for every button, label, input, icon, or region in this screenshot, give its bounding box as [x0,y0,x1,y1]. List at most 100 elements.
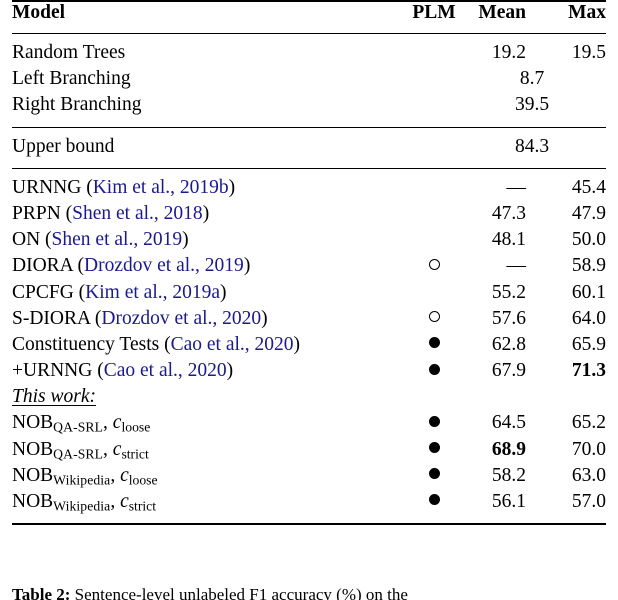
plm-filled-circle-icon [428,415,440,427]
row-plm [410,255,458,281]
row-label: Upper bound [12,135,115,157]
row-label: +URNNG (Cao et al., 2020) [12,360,410,386]
row-label: NOBWikipedia, cstrict [12,491,410,517]
results-table-container: Model PLM Mean Max Random Trees 19.2 19.… [12,0,606,527]
table-header-row: Model PLM Mean Max [12,2,606,34]
row-mean: 19.2 [491,42,526,63]
row-plm [410,94,458,120]
row-mean: 47.3 [491,202,526,224]
row-model-comma: , [103,412,113,434]
row-max [534,386,606,412]
row-mean: 67.9 [491,360,526,382]
row-max: 57.0 [571,491,606,512]
plm-open-circle-icon [428,311,440,323]
row-model-base: NOB [12,464,54,486]
paren-close: ) [226,360,234,382]
citation-link[interactable]: Drozdov et al., 2020 [101,308,261,329]
row-mean: 56.1 [491,491,526,512]
row-plm [410,282,458,308]
row-span-value: 84.3 [514,135,550,157]
paren-close: ) [182,229,189,251]
this-work-heading: This work: [12,386,96,408]
row-plm [410,334,458,360]
col-header-model: Model [12,2,66,23]
row-model-name: ON [12,229,41,251]
paren-close: ) [202,202,210,224]
table-row: Left Branching 8.7 [12,68,606,94]
table-row: NOBWikipedia, cloose 58.2 63.0 [12,465,606,491]
table-row: NOBQA-SRL, cstrict 68.9 70.0 [12,439,606,465]
row-mean: — [506,255,527,277]
row-label: Left Branching [12,68,131,90]
row-model-comma: , [110,491,121,512]
row-mean: 57.6 [491,307,526,329]
table-row: Random Trees 19.2 19.5 [12,42,606,68]
citation-link[interactable]: Kim et al., 2019a [85,282,220,303]
variable-subscript: loose [128,472,158,488]
row-plm [410,136,458,162]
row-plm [410,68,458,94]
row-model-variable: cloose [113,412,150,434]
row-plm [410,465,458,491]
paren-open: ( [40,229,52,251]
citation-link[interactable]: Cao et al., 2020 [104,360,227,381]
col-header-max: Max [568,2,606,23]
col-header-mean: Mean [478,2,526,23]
row-mean: 48.1 [491,229,526,251]
plm-filled-circle-icon [428,494,440,506]
caption-text: Sentence-level unlabeled F1 accuracy (%)… [74,585,408,600]
row-mean: 58.2 [491,464,526,486]
row-model-variable: cstrict [120,491,156,513]
row-label: Random Trees [12,42,126,63]
spacer-upper-top [12,128,606,136]
row-max: 58.9 [571,255,606,277]
row-model-variable: cstrict [113,439,149,461]
plm-open-circle-icon [428,258,440,270]
row-mean: 68.9 [491,438,526,460]
citation-link[interactable]: Drozdov et al., 2019 [84,255,244,276]
citation-link[interactable]: Kim et al., 2019b [93,177,229,198]
row-max: 47.9 [571,202,606,224]
row-label: S-DIORA (Drozdov et al., 2020) [12,308,410,334]
citation-link[interactable]: Shen et al., 2018 [72,203,203,224]
row-label: DIORA (Drozdov et al., 2019) [12,255,410,281]
row-model-name: CPCFG [12,281,74,303]
table-row: DIORA (Drozdov et al., 2019) — 58.9 [12,255,606,281]
row-label: Constituency Tests (Cao et al., 2020) [12,334,410,360]
row-max: 19.5 [571,42,606,63]
row-span-value: 39.5 [514,94,550,116]
row-model-base: NOB [12,491,54,512]
citation-link[interactable]: Shen et al., 2019 [52,229,183,250]
plm-filled-circle-icon [428,363,440,375]
paren-close: ) [261,307,268,329]
col-header-plm: PLM [412,2,456,23]
table-row: Right Branching 39.5 [12,94,606,120]
row-mean [458,386,534,412]
row-model-subscript: Wikipedia [53,498,111,514]
paren-open: ( [60,202,73,224]
row-max: 65.9 [571,333,606,355]
table-row: Constituency Tests (Cao et al., 2020) 62… [12,334,606,360]
row-label: URNNG (Kim et al., 2019b) [12,177,410,203]
table-caption: Table 2: Sentence-level unlabeled F1 acc… [12,584,612,600]
row-plm [410,439,458,465]
row-plm [410,386,458,412]
table-row: ON (Shen et al., 2019) 48.1 50.0 [12,229,606,255]
table-row: PRPN (Shen et al., 2018) 47.3 47.9 [12,203,606,229]
variable-letter: c [120,491,129,512]
row-model-name: PRPN [12,202,61,224]
citation-link[interactable]: Cao et al., 2020 [171,334,294,355]
row-model-subscript: QA-SRL [53,445,104,461]
row-label: ON (Shen et al., 2019) [12,229,410,255]
row-mean: 64.5 [491,412,526,434]
paren-open: ( [159,333,171,355]
variable-letter: c [120,464,129,486]
row-plm [410,412,458,438]
row-plm [410,229,458,255]
row-mean: — [506,176,527,198]
table-row: CPCFG (Kim et al., 2019a) 55.2 60.1 [12,282,606,308]
row-model-base: NOB [12,412,54,434]
paren-close: ) [220,281,227,303]
row-mean: 62.8 [491,333,526,355]
table-row-upper-bound: Upper bound 84.3 [12,136,606,162]
